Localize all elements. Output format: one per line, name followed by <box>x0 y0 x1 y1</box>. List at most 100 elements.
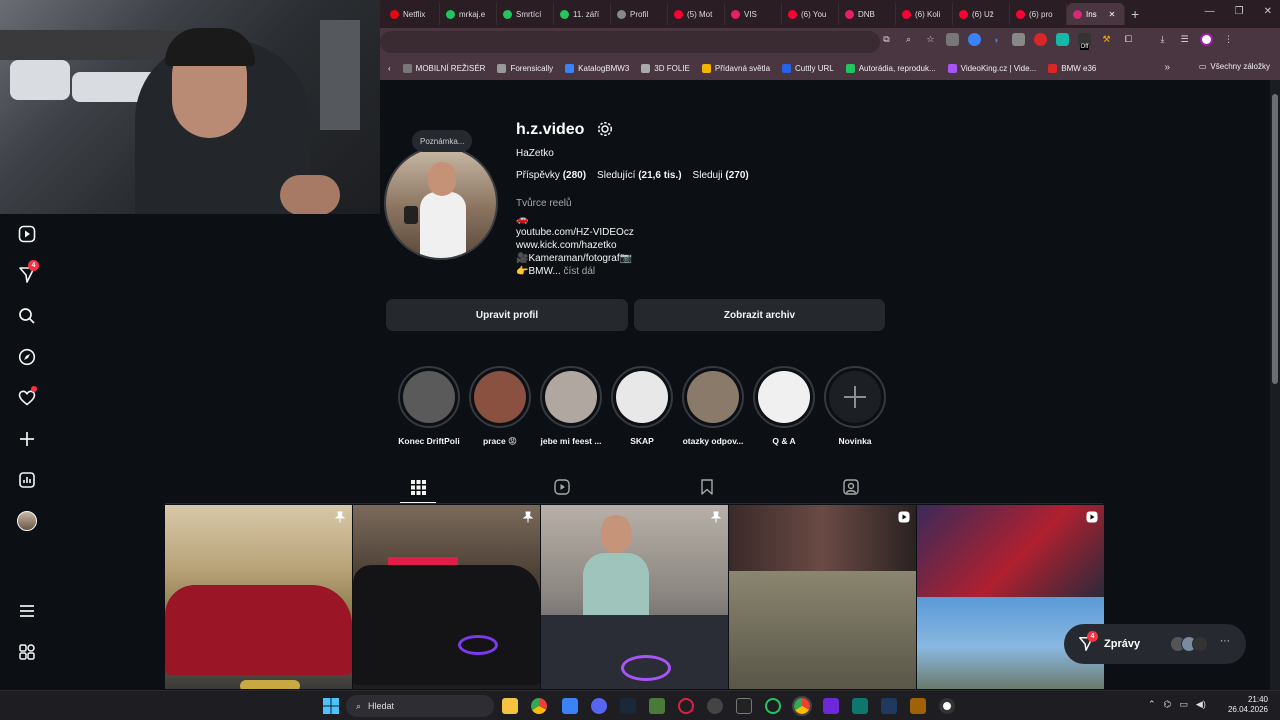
extension-icon[interactable] <box>1012 33 1025 46</box>
followers-count[interactable]: Sledující (21,6 tis.) <box>597 170 682 181</box>
taskbar-search[interactable]: ⌕ Hledat <box>346 695 494 717</box>
create-icon[interactable] <box>16 428 38 450</box>
browser-tab[interactable]: (5) Mot <box>668 3 725 25</box>
story-highlight[interactable]: jebe mi feest ... <box>539 366 603 446</box>
display-icon[interactable]: ▭ <box>1179 699 1188 710</box>
profile-note[interactable]: Poznámka... <box>412 130 473 152</box>
close-tab-icon[interactable]: ✕ <box>1109 10 1116 19</box>
app-icon[interactable] <box>823 698 839 714</box>
menu-icon[interactable]: ⋮ <box>1222 33 1235 46</box>
chatgpt-icon[interactable] <box>707 698 723 714</box>
opera-icon[interactable] <box>678 698 694 714</box>
browser-tab[interactable]: 11. září <box>554 3 611 25</box>
taskbar-clock[interactable]: 21:40 26.04.2026 <box>1228 695 1268 715</box>
reels-icon[interactable] <box>16 223 38 245</box>
explore-icon[interactable] <box>16 346 38 368</box>
post-thumbnail[interactable] <box>541 505 728 689</box>
start-icon[interactable] <box>323 698 339 714</box>
browser-tab[interactable]: mrkaj.e <box>440 3 497 25</box>
browser-tab[interactable]: Ins ✕ <box>1067 3 1125 25</box>
view-archive-button[interactable]: Zobrazit archiv <box>634 299 885 331</box>
browser-tab[interactable]: (6) Koli <box>896 3 953 25</box>
extension-icon[interactable]: ◗ <box>990 33 1003 46</box>
cast-icon[interactable]: ⧉ <box>880 33 893 46</box>
bookmark-item[interactable]: Forensically <box>497 63 553 73</box>
saved-tab-icon[interactable] <box>698 478 716 496</box>
more-menu-icon[interactable] <box>16 600 38 622</box>
browser-tab[interactable]: (6) You <box>782 3 839 25</box>
story-highlight[interactable]: SKAP <box>610 366 674 446</box>
close-icon[interactable]: ✕ <box>1264 6 1272 17</box>
scrollbar-thumb[interactable] <box>1272 94 1278 384</box>
discord-icon[interactable] <box>591 698 607 714</box>
story-highlight[interactable]: Novinka <box>823 366 887 446</box>
network-icon[interactable]: ⌬ <box>1164 699 1172 710</box>
more-options-icon[interactable]: ⋯ <box>1220 636 1230 647</box>
bookmark-star-icon[interactable]: ☆ <box>924 33 937 46</box>
extension-icon[interactable] <box>1034 33 1047 46</box>
extension-icon[interactable]: Off <box>1078 33 1091 50</box>
story-highlight[interactable]: Q & A <box>752 366 816 446</box>
zoom-icon[interactable]: ⌕ <box>902 33 915 46</box>
tray-chevron-icon[interactable]: ⌃ <box>1148 699 1156 710</box>
browser-tab[interactable]: Smrtící <box>497 3 554 25</box>
bookmark-item[interactable]: VideoKing.cz | Vide... <box>947 63 1036 73</box>
dashboard-icon[interactable] <box>16 469 38 491</box>
also-from-meta-icon[interactable] <box>16 641 38 663</box>
chrome-icon[interactable] <box>531 698 547 714</box>
profile-avatar[interactable] <box>384 146 498 260</box>
post-thumbnail[interactable] <box>165 505 352 689</box>
app-icon[interactable] <box>881 698 897 714</box>
messages-widget[interactable]: 4 Zprávy ⋯ <box>1064 624 1246 664</box>
epic-games-icon[interactable] <box>736 698 752 714</box>
reels-tab-icon[interactable] <box>553 478 571 496</box>
omnibox[interactable] <box>380 31 880 53</box>
minimize-icon[interactable]: — <box>1205 6 1215 17</box>
browser-tab[interactable]: Netflix <box>384 3 440 25</box>
maximize-icon[interactable]: ❐ <box>1235 6 1244 17</box>
app-icon[interactable] <box>910 698 926 714</box>
bookmark-item[interactable]: BMW e36 <box>1048 63 1096 73</box>
bookmarks-overflow-button[interactable]: » <box>1164 62 1170 73</box>
bookmark-item[interactable]: Přídavná světla <box>701 63 770 73</box>
extension-icon[interactable] <box>946 33 959 46</box>
browser-tab[interactable]: (6) pro <box>1010 3 1067 25</box>
page-scrollbar[interactable] <box>1270 80 1280 690</box>
notifications-heart-icon[interactable] <box>16 386 38 409</box>
bookmark-item[interactable]: KatalogBMW3 <box>565 63 629 73</box>
post-thumbnail[interactable] <box>729 505 916 689</box>
media-control-icon[interactable]: ☰ <box>1178 33 1191 46</box>
profile-icon[interactable] <box>1200 33 1213 46</box>
search-icon[interactable] <box>16 305 38 327</box>
app-icon[interactable] <box>852 698 868 714</box>
new-tab-button[interactable]: + <box>1131 6 1139 22</box>
post-thumbnail[interactable] <box>353 505 540 689</box>
browser-tab[interactable]: DNB <box>839 3 896 25</box>
edit-profile-button[interactable]: Upravit profil <box>386 299 628 331</box>
messages-icon[interactable]: 4 <box>16 260 39 286</box>
store-icon[interactable] <box>562 698 578 714</box>
profile-avatar-icon[interactable] <box>16 510 38 532</box>
bookmark-item[interactable]: Cuttly URL <box>782 63 834 73</box>
all-bookmarks-button[interactable]: ▭ Všechny záložky <box>1199 62 1270 71</box>
bookmark-item[interactable]: 3D FOLIE <box>641 63 690 73</box>
obs-icon[interactable] <box>939 698 955 714</box>
bookmark-apps-icon[interactable]: ‹ <box>388 64 391 73</box>
bio-link-youtube[interactable]: youtube.com/HZ-VIDEOcz <box>516 226 634 239</box>
story-highlight[interactable]: otazky odpov... <box>681 366 745 446</box>
download-icon[interactable]: ⤓ <box>1156 33 1169 46</box>
extension-icon[interactable] <box>968 33 981 46</box>
volume-icon[interactable]: ◀) <box>1196 699 1206 710</box>
settings-gear-icon[interactable] <box>597 121 613 137</box>
steam-icon[interactable] <box>620 698 636 714</box>
file-explorer-icon[interactable] <box>502 698 518 714</box>
bookmark-item[interactable]: MOBILNÍ REŽISÉR <box>402 63 485 73</box>
browser-tab[interactable]: Profil <box>611 3 668 25</box>
browser-tab[interactable]: VIS <box>725 3 782 25</box>
story-highlight[interactable]: Konec DriftPoli <box>397 366 461 446</box>
posts-grid-tab-icon[interactable] <box>409 478 427 496</box>
following-count[interactable]: Sleduji (270) <box>693 170 749 181</box>
extension-icon[interactable] <box>1056 33 1069 46</box>
browser-tab[interactable]: (6) Už <box>953 3 1010 25</box>
chrome-active-icon[interactable] <box>792 696 812 716</box>
